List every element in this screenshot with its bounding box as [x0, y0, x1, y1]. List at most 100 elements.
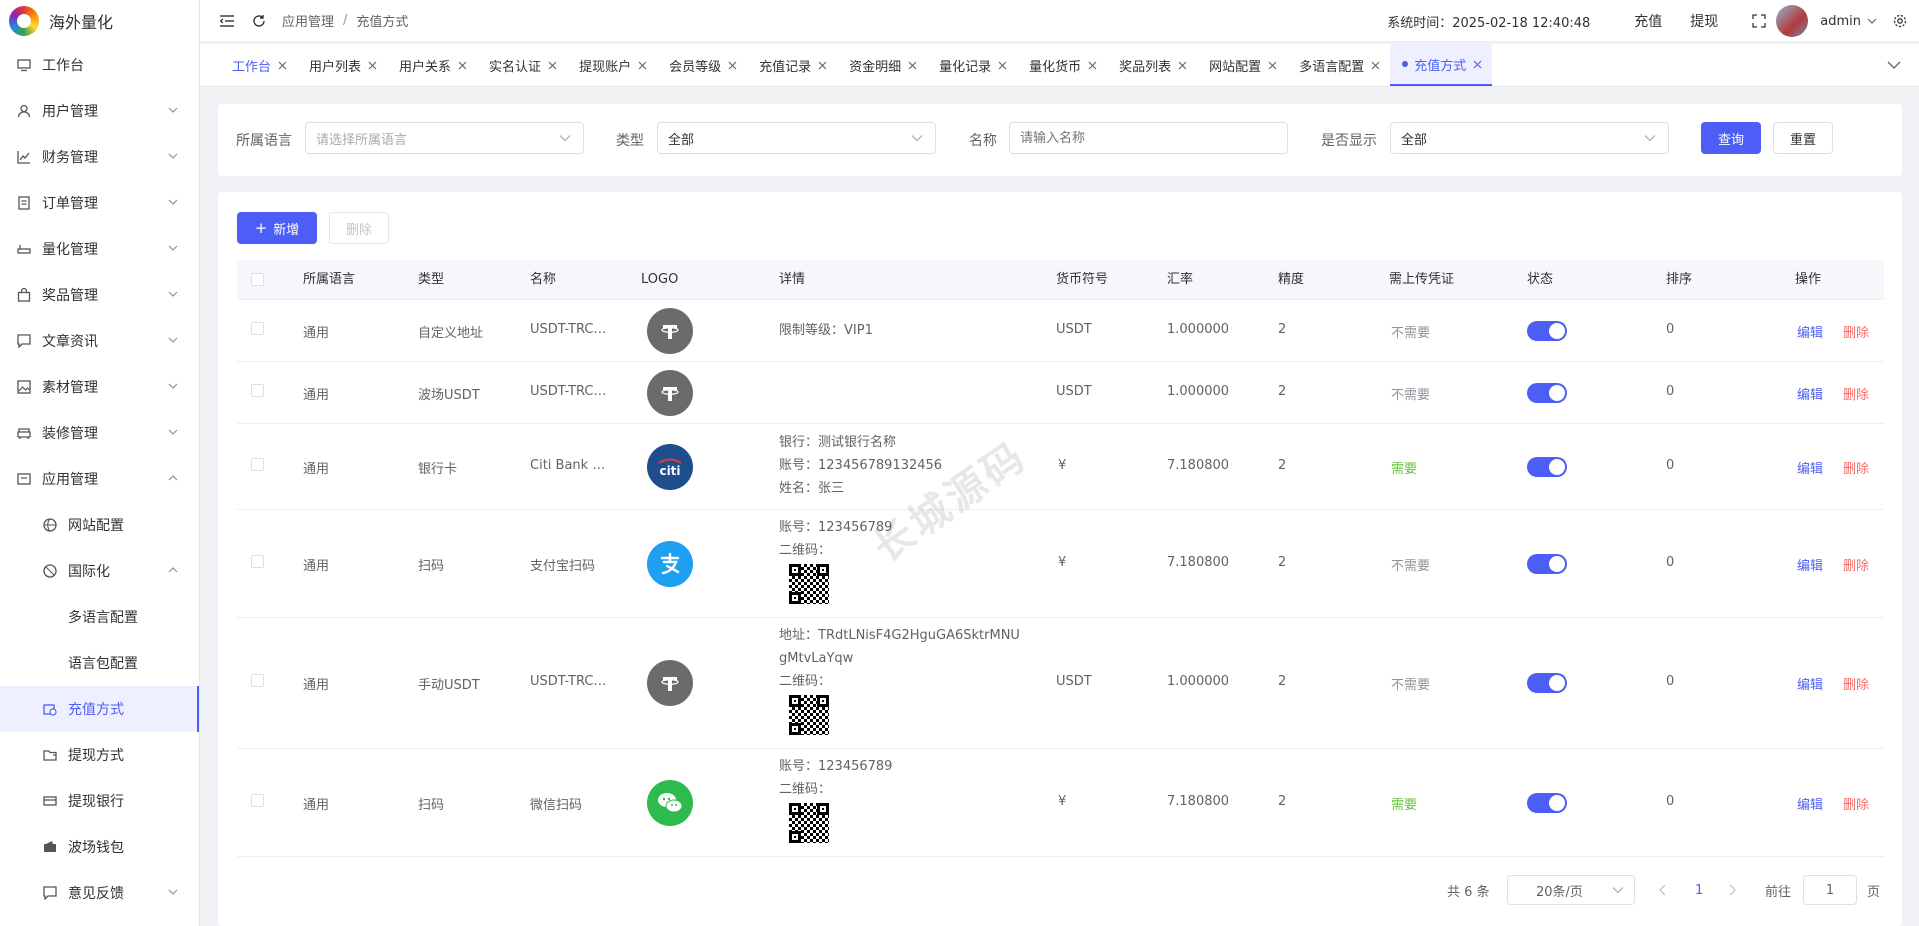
close-icon[interactable]: [457, 60, 467, 70]
tab-recharge-methods[interactable]: 充值方式: [1390, 44, 1493, 86]
close-icon[interactable]: [277, 60, 287, 70]
sidebar-item-materials[interactable]: 素材管理: [0, 364, 199, 410]
close-icon[interactable]: [1177, 60, 1187, 70]
close-icon[interactable]: [817, 60, 827, 70]
sidebar-item-langpack[interactable]: 语言包配置: [0, 640, 199, 686]
edit-link[interactable]: 编辑: [1797, 322, 1823, 341]
close-icon[interactable]: [637, 60, 647, 70]
app-logo[interactable]: 海外量化: [0, 0, 199, 42]
sidebar-item-quant[interactable]: 量化管理: [0, 226, 199, 272]
sidebar-item-site-config[interactable]: 网站配置: [0, 502, 199, 548]
edit-link[interactable]: 编辑: [1797, 674, 1823, 693]
tab-site-config[interactable]: 网站配置: [1197, 44, 1287, 86]
tab-fund-details[interactable]: 资金明细: [837, 44, 927, 86]
tab-prize-list[interactable]: 奖品列表: [1107, 44, 1197, 86]
sidebar-item-finance[interactable]: 财务管理: [0, 134, 199, 180]
tab-user-relations[interactable]: 用户关系: [387, 44, 477, 86]
close-icon[interactable]: [727, 60, 737, 70]
sidebar-item-dashboard[interactable]: 工作台: [0, 42, 199, 88]
status-toggle[interactable]: [1527, 793, 1567, 813]
row-checkbox[interactable]: [251, 322, 264, 335]
tab-quant-currencies[interactable]: 量化货币: [1017, 44, 1107, 86]
close-icon[interactable]: [1267, 60, 1277, 70]
sidebar-item-users[interactable]: 用户管理: [0, 88, 199, 134]
edit-link[interactable]: 编辑: [1797, 555, 1823, 574]
withdraw-link[interactable]: 提现: [1690, 11, 1718, 31]
delete-link[interactable]: 删除: [1843, 555, 1869, 574]
tab-multilang-config[interactable]: 多语言配置: [1287, 44, 1390, 86]
reset-button[interactable]: 重置: [1773, 122, 1833, 154]
tab-dashboard[interactable]: 工作台: [220, 44, 297, 86]
row-checkbox[interactable]: [251, 458, 264, 471]
next-page-icon[interactable]: [1728, 875, 1736, 905]
lang-select[interactable]: 请选择所属语言: [305, 122, 584, 154]
close-icon[interactable]: [547, 60, 557, 70]
page-number-current[interactable]: 1: [1695, 875, 1703, 905]
page-size-select[interactable]: 20条/页: [1507, 875, 1635, 905]
type-select[interactable]: 全部: [657, 122, 936, 154]
page-size-value: 20条/页: [1536, 884, 1583, 900]
row-checkbox[interactable]: [251, 555, 264, 568]
delete-link[interactable]: 删除: [1843, 794, 1869, 813]
tether-logo: [647, 308, 693, 354]
sidebar-item-i18n[interactable]: 国际化: [0, 548, 199, 594]
gear-icon[interactable]: [1891, 12, 1909, 30]
folder-icon: [42, 747, 58, 763]
row-checkbox[interactable]: [251, 384, 264, 397]
delete-link[interactable]: 删除: [1843, 458, 1869, 477]
delete-link[interactable]: 删除: [1843, 384, 1869, 403]
user-menu[interactable]: admin: [1820, 14, 1877, 29]
row-checkbox[interactable]: [251, 674, 264, 687]
close-icon[interactable]: [1370, 60, 1380, 70]
close-icon[interactable]: [1087, 60, 1097, 70]
sidebar-item-withdraw-methods[interactable]: 提现方式: [0, 732, 199, 778]
tab-recharge-records[interactable]: 充值记录: [747, 44, 837, 86]
sidebar-item-multilang[interactable]: 多语言配置: [0, 594, 199, 640]
query-button[interactable]: 查询: [1701, 122, 1761, 154]
prev-page-icon[interactable]: [1659, 875, 1667, 905]
close-icon[interactable]: [1472, 59, 1482, 69]
close-icon[interactable]: [907, 60, 917, 70]
sidebar-item-apps[interactable]: 应用管理: [0, 456, 199, 502]
edit-link[interactable]: 编辑: [1797, 458, 1823, 477]
tabs-dropdown-icon[interactable]: [1887, 57, 1903, 73]
sidebar-item-articles[interactable]: 文章资讯: [0, 318, 199, 364]
row-checkbox[interactable]: [251, 794, 264, 807]
close-icon[interactable]: [367, 60, 377, 70]
status-toggle[interactable]: [1527, 673, 1567, 693]
status-toggle[interactable]: [1527, 321, 1567, 341]
close-icon[interactable]: [997, 60, 1007, 70]
status-toggle[interactable]: [1527, 383, 1567, 403]
select-all-checkbox[interactable]: [251, 273, 264, 286]
menu-fold-icon[interactable]: [218, 12, 236, 30]
sidebar-item-orders[interactable]: 订单管理: [0, 180, 199, 226]
fullscreen-icon[interactable]: [1750, 12, 1768, 30]
avatar[interactable]: [1776, 5, 1809, 37]
sidebar-item-withdraw-banks[interactable]: 提现银行: [0, 778, 199, 824]
sidebar-item-feedback[interactable]: 意见反馈: [0, 870, 199, 916]
sidebar-item-tron-wallet[interactable]: 波场钱包: [0, 824, 199, 870]
name-input[interactable]: [1009, 122, 1288, 154]
edit-link[interactable]: 编辑: [1797, 794, 1823, 813]
edit-link[interactable]: 编辑: [1797, 384, 1823, 403]
delete-link[interactable]: 删除: [1843, 322, 1869, 341]
tab-quant-records[interactable]: 量化记录: [927, 44, 1017, 86]
tab-withdraw-accounts[interactable]: 提现账户: [567, 44, 657, 86]
table-row: 通用 手动USDT USDT-TRC… 地址：TRdtLNisF4G2HguGA…: [237, 618, 1884, 749]
tab-user-list[interactable]: 用户列表: [297, 44, 387, 86]
delete-link[interactable]: 删除: [1843, 674, 1869, 693]
status-toggle[interactable]: [1527, 457, 1567, 477]
recharge-link[interactable]: 充值: [1634, 11, 1662, 31]
status-toggle[interactable]: [1527, 554, 1567, 574]
delete-button[interactable]: 删除: [329, 212, 389, 244]
breadcrumb-item[interactable]: 应用管理: [282, 11, 334, 30]
goto-page-input[interactable]: [1803, 875, 1857, 905]
sidebar-item-decoration[interactable]: 装修管理: [0, 410, 199, 456]
refresh-icon[interactable]: [250, 12, 268, 30]
tab-member-levels[interactable]: 会员等级: [657, 44, 747, 86]
show-select[interactable]: 全部: [1390, 122, 1669, 154]
sidebar-item-prizes[interactable]: 奖品管理: [0, 272, 199, 318]
tab-verification[interactable]: 实名认证: [477, 44, 567, 86]
add-button[interactable]: + 新增: [237, 212, 317, 244]
sidebar-item-recharge-methods[interactable]: 充值方式: [0, 686, 199, 732]
